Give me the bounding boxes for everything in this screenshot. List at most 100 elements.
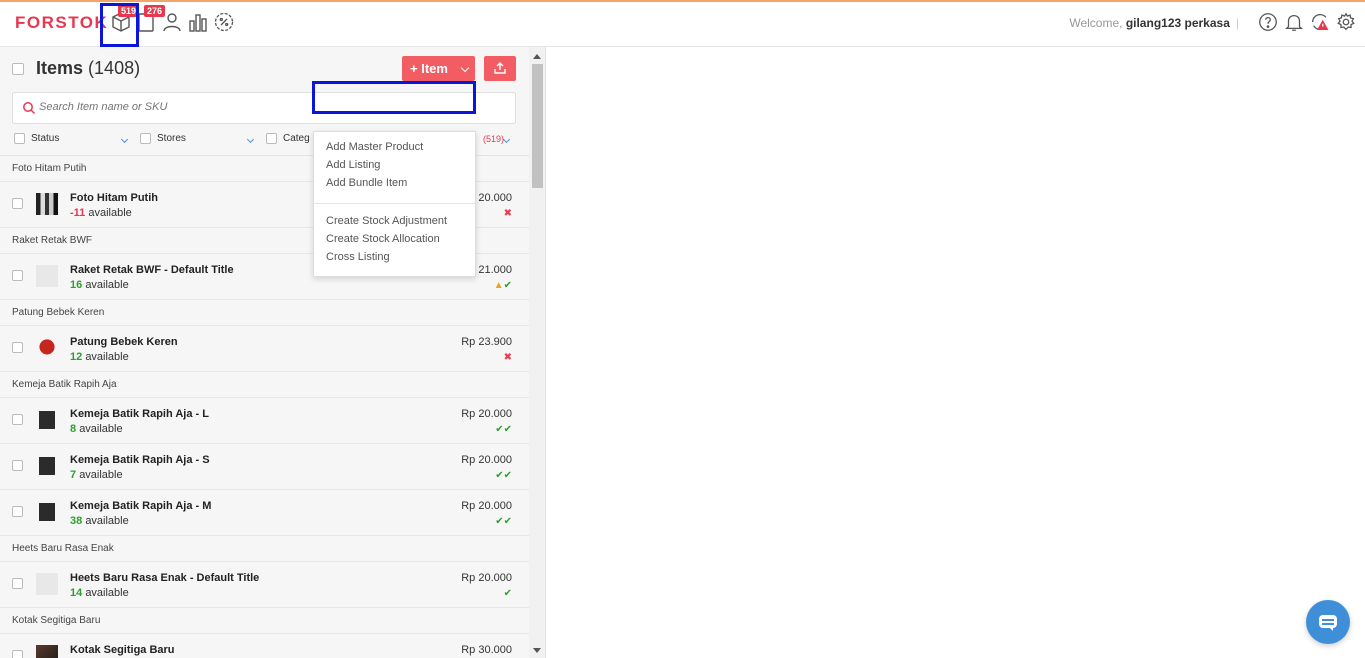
available-label: available bbox=[79, 469, 123, 481]
stock-qty: 8 bbox=[70, 423, 77, 435]
select-all-checkbox[interactable] bbox=[12, 63, 24, 75]
add-item-button[interactable]: + Item bbox=[402, 56, 475, 81]
filter-status-checkbox[interactable] bbox=[14, 133, 25, 144]
product-availability: -11 available bbox=[70, 207, 132, 219]
available-label: available bbox=[85, 587, 129, 599]
username[interactable]: gilang123 perkasa bbox=[1126, 16, 1230, 30]
menu-item-create-stock-allocation[interactable]: Create Stock Allocation bbox=[326, 233, 440, 245]
gear-icon[interactable] bbox=[1335, 11, 1357, 33]
chevron-down-icon[interactable] bbox=[120, 135, 129, 144]
product-price: Rp 20.000 bbox=[461, 500, 512, 512]
add-master-product-highlight bbox=[312, 81, 476, 114]
product-name[interactable]: Foto Hitam Putih bbox=[70, 192, 158, 204]
group-header: Heets Baru Rasa Enak bbox=[0, 536, 529, 562]
row-checkbox[interactable] bbox=[12, 270, 23, 281]
status-icons: ✔ bbox=[503, 588, 512, 599]
sync-alert-icon[interactable] bbox=[1309, 11, 1331, 33]
product-name[interactable]: Kemeja Batik Rapih Aja - S bbox=[70, 454, 210, 466]
product-thumbnail bbox=[36, 337, 58, 359]
available-label: available bbox=[85, 279, 129, 291]
table-row[interactable]: Kotak Segitiga Baru Rp 30.000 bbox=[0, 634, 529, 658]
row-checkbox[interactable] bbox=[12, 198, 23, 209]
group-header: Kotak Segitiga Baru bbox=[0, 608, 529, 634]
table-row[interactable]: Kemeja Batik Rapih Aja - L 8 available R… bbox=[0, 398, 529, 444]
row-checkbox[interactable] bbox=[12, 506, 23, 517]
chart-icon[interactable] bbox=[186, 10, 210, 34]
chevron-down-icon[interactable] bbox=[502, 135, 511, 144]
table-row[interactable]: Patung Bebek Keren 12 available Rp 23.90… bbox=[0, 326, 529, 372]
forstok-logo[interactable]: FORSTOK bbox=[15, 13, 108, 33]
scroll-thumb[interactable] bbox=[532, 64, 543, 188]
group-header: Patung Bebek Keren bbox=[0, 300, 529, 326]
row-checkbox[interactable] bbox=[12, 414, 23, 425]
stock-qty: 7 bbox=[70, 469, 77, 481]
product-name[interactable]: Raket Retak BWF - Default Title bbox=[70, 264, 234, 276]
export-button[interactable] bbox=[484, 56, 516, 81]
help-icon[interactable] bbox=[1257, 11, 1279, 33]
items-title: Items (1408) bbox=[36, 58, 140, 79]
row-checkbox[interactable] bbox=[12, 650, 23, 658]
product-name[interactable]: Kemeja Batik Rapih Aja - L bbox=[70, 408, 209, 420]
table-row[interactable]: Kemeja Batik Rapih Aja - M 38 available … bbox=[0, 490, 529, 536]
product-thumbnail bbox=[39, 409, 55, 431]
items-panel: Items (1408) + Item Status Stores Categ … bbox=[0, 47, 529, 658]
row-checkbox[interactable] bbox=[12, 460, 23, 471]
product-thumbnail bbox=[39, 501, 55, 523]
product-price: Rp 20.000 bbox=[461, 572, 512, 584]
user-icon[interactable] bbox=[160, 10, 184, 34]
menu-item-add-bundle-item[interactable]: Add Bundle Item bbox=[326, 177, 407, 189]
chat-button[interactable] bbox=[1306, 600, 1350, 644]
product-price: 20.000 bbox=[478, 192, 512, 204]
table-row[interactable]: Kemeja Batik Rapih Aja - S 7 available R… bbox=[0, 444, 529, 490]
product-thumbnail bbox=[39, 455, 55, 477]
available-label: available bbox=[88, 207, 132, 219]
menu-item-add-listing[interactable]: Add Listing bbox=[326, 159, 380, 171]
filter-stores[interactable]: Stores bbox=[140, 133, 186, 144]
items-title-label: Items bbox=[36, 58, 84, 78]
product-name[interactable]: Kotak Segitiga Baru bbox=[70, 644, 175, 656]
row-checkbox[interactable] bbox=[12, 578, 23, 589]
stock-qty: 12 bbox=[70, 351, 83, 363]
discount-icon[interactable] bbox=[212, 10, 236, 34]
menu-item-cross-listing[interactable]: Cross Listing bbox=[326, 251, 390, 263]
product-name[interactable]: Kemeja Batik Rapih Aja - M bbox=[70, 500, 211, 512]
items-scrollbar[interactable] bbox=[529, 47, 546, 658]
menu-divider bbox=[314, 203, 475, 204]
filter-status-label: Status bbox=[31, 133, 60, 145]
table-row[interactable]: Heets Baru Rasa Enak - Default Title 14 … bbox=[0, 562, 529, 608]
filter-category[interactable]: Categ bbox=[266, 133, 310, 144]
scroll-down-arrow[interactable] bbox=[533, 648, 541, 653]
available-label: available bbox=[85, 351, 129, 363]
product-thumbnail bbox=[36, 573, 58, 595]
filter-stores-checkbox[interactable] bbox=[140, 133, 151, 144]
stock-qty: 16 bbox=[70, 279, 83, 291]
product-availability: 14 available bbox=[70, 587, 129, 599]
product-price: Rp 30.000 bbox=[461, 644, 512, 656]
product-name[interactable]: Heets Baru Rasa Enak - Default Title bbox=[70, 572, 259, 584]
product-thumbnail bbox=[36, 645, 58, 658]
row-checkbox[interactable] bbox=[12, 342, 23, 353]
product-price: Rp 23.900 bbox=[461, 336, 512, 348]
filter-count: (519) bbox=[483, 134, 505, 144]
product-price: Rp 20.000 bbox=[461, 408, 512, 420]
product-price: Rp 20.000 bbox=[461, 454, 512, 466]
status-icons: ▲✔ bbox=[493, 280, 512, 291]
product-availability: 16 available bbox=[70, 279, 129, 291]
welcome-separator: | bbox=[1235, 16, 1239, 30]
chat-icon bbox=[1319, 615, 1337, 631]
search-input[interactable] bbox=[39, 101, 319, 113]
product-availability: 38 available bbox=[70, 515, 129, 527]
status-icons: ✔✔ bbox=[495, 424, 512, 435]
bell-icon[interactable] bbox=[1283, 11, 1305, 33]
items-nav-highlight bbox=[100, 3, 139, 47]
chevron-down-icon bbox=[460, 63, 470, 73]
scroll-up-arrow[interactable] bbox=[533, 54, 541, 59]
filter-status[interactable]: Status bbox=[14, 133, 59, 144]
warning-icon: ▲ bbox=[493, 280, 504, 291]
stock-qty: 38 bbox=[70, 515, 83, 527]
product-name[interactable]: Patung Bebek Keren bbox=[70, 336, 178, 348]
chevron-down-icon[interactable] bbox=[246, 135, 255, 144]
menu-item-create-stock-adjustment[interactable]: Create Stock Adjustment bbox=[326, 215, 447, 227]
filter-category-checkbox[interactable] bbox=[266, 133, 277, 144]
menu-item-add-master-product[interactable]: Add Master Product bbox=[326, 141, 423, 153]
